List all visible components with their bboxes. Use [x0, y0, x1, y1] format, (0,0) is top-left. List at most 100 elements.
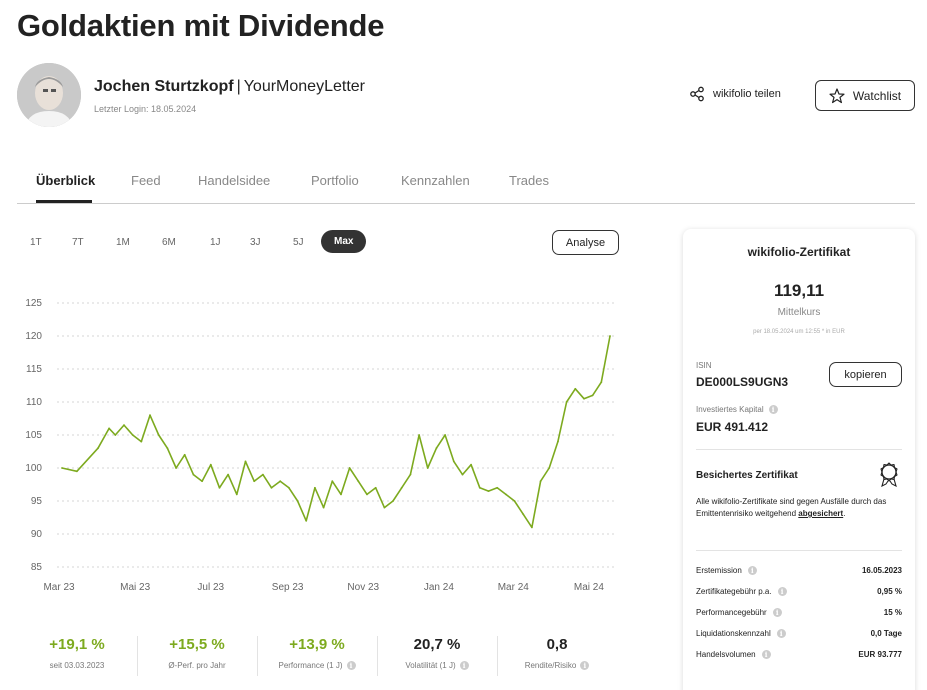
data-point: [218, 486, 221, 489]
price-label: Mittelkurs: [777, 307, 821, 318]
info-icon[interactable]: i: [747, 566, 757, 575]
data-point: [131, 434, 134, 436]
data-point: [531, 526, 533, 529]
data-point: [61, 467, 63, 469]
data-point: [583, 397, 585, 400]
range-max[interactable]: Max: [321, 230, 367, 253]
analyse-button[interactable]: Analyse: [552, 230, 619, 255]
info-icon[interactable]: i: [580, 661, 590, 670]
stat-perf-1j: +13,9 % Performance (1 J) i: [257, 636, 377, 670]
stat-volatility-label: Volatilität (1 J): [405, 661, 456, 670]
info-icon[interactable]: i: [459, 661, 469, 670]
info-icon[interactable]: i: [768, 405, 778, 414]
range-6m[interactable]: 6M: [162, 237, 176, 248]
author-org[interactable]: YourMoneyLetter: [244, 78, 365, 95]
data-point: [149, 414, 151, 417]
secured-title: Besichertes Zertifikat: [696, 470, 798, 481]
share-button[interactable]: wikifolio teilen: [689, 86, 781, 102]
stat-perf-pa-value: +15,5 %: [169, 636, 225, 653]
data-point: [565, 401, 568, 403]
range-1t[interactable]: 1T: [30, 237, 42, 248]
secured-description: Alle wikifolio-Zertifikate sind gegen Au…: [696, 496, 901, 520]
tab-bar: Überblick Feed Handelsidee Portfolio Ken…: [17, 160, 915, 204]
data-point: [392, 500, 394, 502]
row-label: Handelsvolumen: [696, 650, 756, 659]
data-point: [591, 394, 594, 397]
data-point: [461, 473, 464, 476]
row-label: Performancegebühr: [696, 608, 767, 617]
data-point: [470, 463, 472, 466]
star-icon: [829, 87, 845, 103]
y-tick-label: 100: [25, 463, 42, 474]
row-value: 16.05.2023: [861, 566, 902, 575]
tab-feed[interactable]: Feed: [131, 173, 161, 188]
stat-perf-pa: +15,5 % Ø-Perf. pro Jahr: [137, 636, 257, 670]
data-point: [296, 500, 299, 502]
data-point: [478, 486, 481, 489]
stat-perf-1j-value: +13,9 %: [289, 636, 345, 653]
stat-total-value: +19,1 %: [49, 636, 105, 653]
data-point: [496, 486, 499, 489]
data-point: [374, 486, 377, 489]
data-point: [108, 427, 110, 430]
range-1m[interactable]: 1M: [116, 237, 130, 248]
data-point: [322, 506, 325, 509]
data-point: [314, 486, 316, 489]
data-point: [444, 434, 446, 436]
certificate-header: wikifolio-Zertifikat: [747, 245, 851, 259]
range-7t[interactable]: 7T: [72, 237, 84, 248]
data-point: [183, 453, 186, 456]
tab-kennzahlen[interactable]: Kennzahlen: [401, 173, 470, 188]
data-point: [600, 381, 603, 384]
range-5j[interactable]: 5J: [293, 237, 304, 248]
tab-trades[interactable]: Trades: [509, 173, 549, 188]
y-tick-label: 95: [31, 496, 43, 507]
x-tick-label: Mai 23: [120, 582, 150, 593]
data-point: [123, 424, 125, 426]
info-icon[interactable]: i: [776, 629, 786, 638]
author-name[interactable]: Jochen Sturtzkopf: [94, 78, 234, 95]
performance-chart[interactable]: 85 90 95 100 105 110 115 120 125 Mar 23 Mai 23 Jul …: [17, 288, 617, 598]
author-line[interactable]: Jochen Sturtzkopf | YourMoneyLetter: [94, 78, 365, 96]
author-avatar[interactable]: [17, 63, 81, 127]
capital-label-row: Investiertes Kapital i: [696, 405, 778, 414]
data-point: [409, 473, 412, 476]
info-icon[interactable]: i: [346, 661, 356, 670]
row-label: Zertifikategebühr p.a.: [696, 587, 772, 596]
row-value: EUR 93.777: [858, 650, 902, 659]
y-tick-label: 105: [25, 430, 42, 441]
stat-return-risk-label: Rendite/Risiko: [524, 661, 577, 670]
info-icon[interactable]: i: [777, 587, 787, 596]
avatar-image: [17, 63, 81, 127]
data-point: [383, 506, 386, 509]
series-line[interactable]: [61, 335, 611, 529]
stat-total: +19,1 % seit 03.03.2023: [17, 636, 137, 670]
secured-link[interactable]: abgesichert: [798, 509, 843, 518]
data-point: [279, 480, 282, 483]
capital-label: Investiertes Kapital: [696, 405, 764, 414]
capital-value: EUR 491.412: [696, 420, 769, 434]
data-point: [253, 480, 256, 483]
watchlist-button[interactable]: Watchlist: [815, 80, 915, 111]
range-3j[interactable]: 3J: [250, 237, 261, 248]
data-point: [366, 493, 368, 496]
y-tick-label: 125: [25, 298, 42, 309]
range-1j[interactable]: 1J: [210, 237, 221, 248]
y-tick-label: 115: [26, 364, 42, 375]
row-certificate-fee: Zertifikategebühr p.a. i 0,95 %: [696, 587, 902, 596]
x-tick-label: Jan 24: [424, 582, 454, 593]
data-point: [505, 493, 507, 496]
tab-handelsidee[interactable]: Handelsidee: [198, 173, 270, 188]
stat-return-risk: 0,8 Rendite/Risiko i: [497, 636, 617, 670]
info-icon[interactable]: i: [772, 608, 782, 617]
author-separator: |: [236, 78, 241, 95]
tab-ueberblick[interactable]: Überblick: [36, 173, 95, 188]
data-point: [288, 486, 290, 489]
data-point: [435, 447, 438, 450]
copy-isin-button[interactable]: kopieren: [829, 362, 902, 387]
tab-portfolio[interactable]: Portfolio: [311, 173, 359, 188]
row-liquidation: Liquidationskennzahl i 0,0 Tage: [696, 629, 902, 638]
row-value: 0,0 Tage: [870, 629, 902, 638]
row-performance-fee: Performancegebühr i 15 %: [696, 608, 902, 617]
info-icon[interactable]: i: [761, 650, 771, 659]
